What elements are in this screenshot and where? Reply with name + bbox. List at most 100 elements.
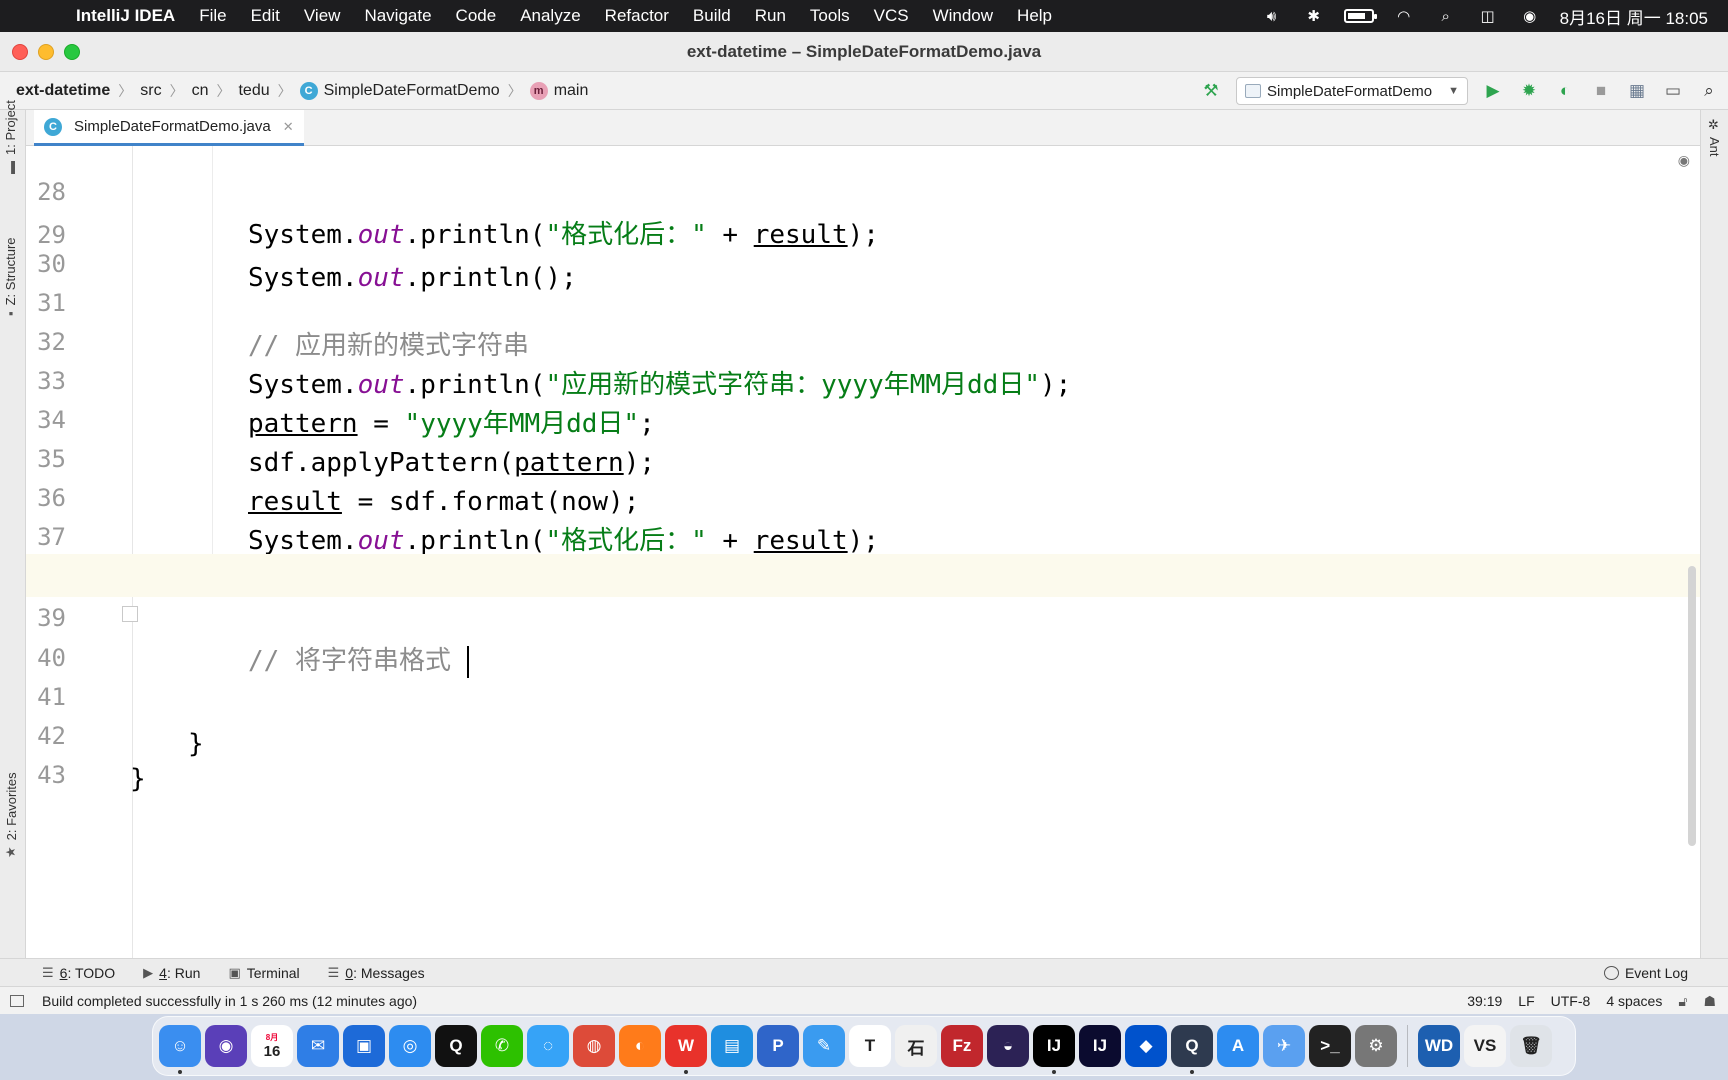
code-line[interactable]: 33 pattern = "yyyy年MM月dd日"; xyxy=(26,317,1700,439)
breadcrumb-tedu[interactable]: tedu 〉 xyxy=(238,81,299,101)
wifi-icon[interactable]: ◠ xyxy=(1392,6,1416,26)
dock-vs-window-icon[interactable]: VS xyxy=(1464,1025,1506,1067)
tool-windows-toggle-icon[interactable] xyxy=(10,994,24,1007)
dock-wps-icon[interactable]: W xyxy=(665,1025,707,1074)
siri-icon[interactable]: ◉ xyxy=(1518,6,1542,26)
menu-tools[interactable]: Tools xyxy=(798,6,862,26)
stop-icon[interactable]: ■ xyxy=(1590,80,1612,102)
run-configuration-select[interactable]: SimpleDateFormatDemo ▼ xyxy=(1236,77,1468,105)
minimize-window-button[interactable] xyxy=(38,44,54,60)
spotlight-search-icon[interactable]: ⌕ xyxy=(1434,6,1458,26)
dock-typora-icon[interactable]: T xyxy=(849,1025,891,1067)
dock-app-store-icon[interactable]: A xyxy=(1217,1025,1259,1067)
search-everywhere-icon[interactable]: ⌕ xyxy=(1698,80,1720,102)
terminal-tool-button[interactable]: ▣ Terminal xyxy=(214,965,313,981)
dock-keynote-icon[interactable]: ▤ xyxy=(711,1025,753,1067)
dock-terminal-icon[interactable]: >_ xyxy=(1309,1025,1351,1067)
dock-wd-icon[interactable]: WD xyxy=(1418,1025,1460,1067)
file-encoding[interactable]: UTF-8 xyxy=(1551,993,1591,1009)
menu-analyze[interactable]: Analyze xyxy=(508,6,592,26)
structure-tool-tab[interactable]: ▪ Z: Structure xyxy=(3,237,18,316)
inspector-icon[interactable]: ☗ xyxy=(1703,993,1716,1010)
dock-pages-icon[interactable]: P xyxy=(757,1025,799,1067)
close-window-button[interactable] xyxy=(12,44,28,60)
status-message[interactable]: Build completed successfully in 1 s 260 … xyxy=(42,993,417,1009)
indent-setting[interactable]: 4 spaces xyxy=(1606,993,1662,1009)
project-structure-icon[interactable]: ▦ xyxy=(1626,80,1648,102)
tab-simple-date-format-demo[interactable]: C SimpleDateFormatDemo.java ✕ xyxy=(34,110,304,146)
caret-position[interactable]: 39:19 xyxy=(1467,993,1502,1009)
dock-calendar-icon[interactable]: 8月 16 xyxy=(251,1025,293,1067)
menu-edit[interactable]: Edit xyxy=(239,6,292,26)
control-center-icon[interactable]: ◫ xyxy=(1476,6,1500,26)
menu-view[interactable]: View xyxy=(292,6,353,26)
breadcrumb-project[interactable]: ext-datetime 〉 xyxy=(16,81,140,101)
build-hammer-icon[interactable]: ⚒ xyxy=(1200,80,1222,102)
run-with-coverage-icon[interactable]: ◐ xyxy=(1554,80,1576,102)
project-tool-tab[interactable]: ▬ 1: Project xyxy=(3,100,18,174)
code-editor[interactable]: 28 System.out.println("格式化后：" + result);… xyxy=(26,146,1700,958)
reader-mode-eye-icon[interactable]: ◉ xyxy=(1678,152,1690,169)
todo-tool-button[interactable]: ☰ 6: TODO xyxy=(0,965,129,981)
code-line[interactable]: 36 System.out.println("格式化后：" + result); xyxy=(26,434,1700,556)
debug-icon[interactable]: ✹ xyxy=(1518,80,1540,102)
zoom-window-button[interactable] xyxy=(64,44,80,60)
code-line[interactable]: 41 xyxy=(26,633,1700,711)
ant-tool-tab[interactable]: ✲ Ant xyxy=(1707,118,1722,157)
dock-filezilla-icon[interactable]: Fz xyxy=(941,1025,983,1067)
dock-system-prefs-icon[interactable]: ⚙ xyxy=(1355,1025,1397,1067)
dock-messages-icon[interactable]: ◌ xyxy=(527,1025,569,1067)
code-line[interactable]: 32 System.out.println("应用新的模式字符串：yyyy年MM… xyxy=(26,278,1700,400)
code-line[interactable]: 28 System.out.println("格式化后：" + result); xyxy=(26,146,1700,250)
volume-icon[interactable]: 🔊︎ xyxy=(1260,6,1284,26)
dock-wechat-icon[interactable]: ✆ xyxy=(481,1025,523,1067)
breadcrumb-class[interactable]: C SimpleDateFormatDemo 〉 xyxy=(299,81,530,101)
menu-build[interactable]: Build xyxy=(681,6,743,26)
dock-trash-icon[interactable]: 🗑 xyxy=(1510,1025,1552,1067)
dock-mail-icon[interactable]: ✉ xyxy=(297,1025,339,1067)
presentation-mode-icon[interactable]: ▭ xyxy=(1662,80,1684,102)
fold-marker-icon[interactable] xyxy=(122,606,138,622)
menu-refactor[interactable]: Refactor xyxy=(593,6,681,26)
current-code-line[interactable]: 39 // 将字符串格式 xyxy=(26,554,1700,678)
menu-window[interactable]: Window xyxy=(921,6,1005,26)
code-line[interactable]: 43 xyxy=(26,711,1700,789)
dock-swift-icon[interactable]: ✈ xyxy=(1263,1025,1305,1067)
code-line[interactable]: 40 } xyxy=(26,594,1700,759)
dock-safari-icon[interactable]: ◎ xyxy=(389,1025,431,1067)
run-icon[interactable]: ▶ xyxy=(1482,80,1504,102)
battery-icon[interactable] xyxy=(1343,9,1377,23)
messages-tool-button[interactable]: ☰ 0: Messages xyxy=(314,965,439,981)
dock-quicktime-icon[interactable]: Q xyxy=(1171,1025,1213,1074)
code-line[interactable]: 37 System.out.println(); xyxy=(26,473,1700,595)
dock-remote-desktop-icon[interactable]: ▣ xyxy=(343,1025,385,1067)
dock-notes-icon[interactable]: 石 xyxy=(895,1025,937,1067)
code-line[interactable]: 35 result = sdf.format(now); xyxy=(26,395,1700,517)
close-icon[interactable]: ✕ xyxy=(283,119,294,135)
code-line[interactable]: 38 xyxy=(26,512,1700,590)
event-log-button[interactable]: Event Log xyxy=(1603,959,1688,987)
bluetooth-icon[interactable]: ✱ xyxy=(1302,6,1326,26)
dock-firefox-icon[interactable]: ◐ xyxy=(619,1025,661,1067)
dock-qq-icon[interactable]: Q xyxy=(435,1025,477,1067)
breadcrumb-cn[interactable]: cn 〉 xyxy=(192,81,239,101)
menu-code[interactable]: Code xyxy=(444,6,509,26)
code-line[interactable]: 34 sdf.applyPattern(pattern); xyxy=(26,356,1700,478)
lock-icon[interactable]: 🔓︎ xyxy=(1678,993,1687,1010)
menu-vcs[interactable]: VCS xyxy=(862,6,921,26)
editor-vertical-scrollbar[interactable] xyxy=(1688,566,1696,846)
breadcrumb-method[interactable]: m main xyxy=(529,81,588,100)
dock-sourcetree-icon[interactable]: ◆ xyxy=(1125,1025,1167,1067)
line-separator[interactable]: LF xyxy=(1518,993,1534,1009)
dock-siri-icon[interactable]: ◉ xyxy=(205,1025,247,1067)
code-line[interactable]: 31 // 应用新的模式字符串 xyxy=(26,239,1700,361)
dock-finder-icon[interactable]: ☺ xyxy=(159,1025,201,1074)
dock-eclipse-icon[interactable]: ◒ xyxy=(987,1025,1029,1067)
menu-navigate[interactable]: Navigate xyxy=(352,6,443,26)
menu-run[interactable]: Run xyxy=(743,6,798,26)
menu-bar-clock[interactable]: 8月16日 周一 18:05 xyxy=(1560,4,1708,29)
menu-app-name[interactable]: IntelliJ IDEA xyxy=(60,6,187,26)
code-line[interactable]: 42 } xyxy=(26,672,1700,794)
breadcrumb-src[interactable]: src 〉 xyxy=(140,81,191,101)
run-tool-button[interactable]: ▶ 4: Run xyxy=(129,965,214,981)
